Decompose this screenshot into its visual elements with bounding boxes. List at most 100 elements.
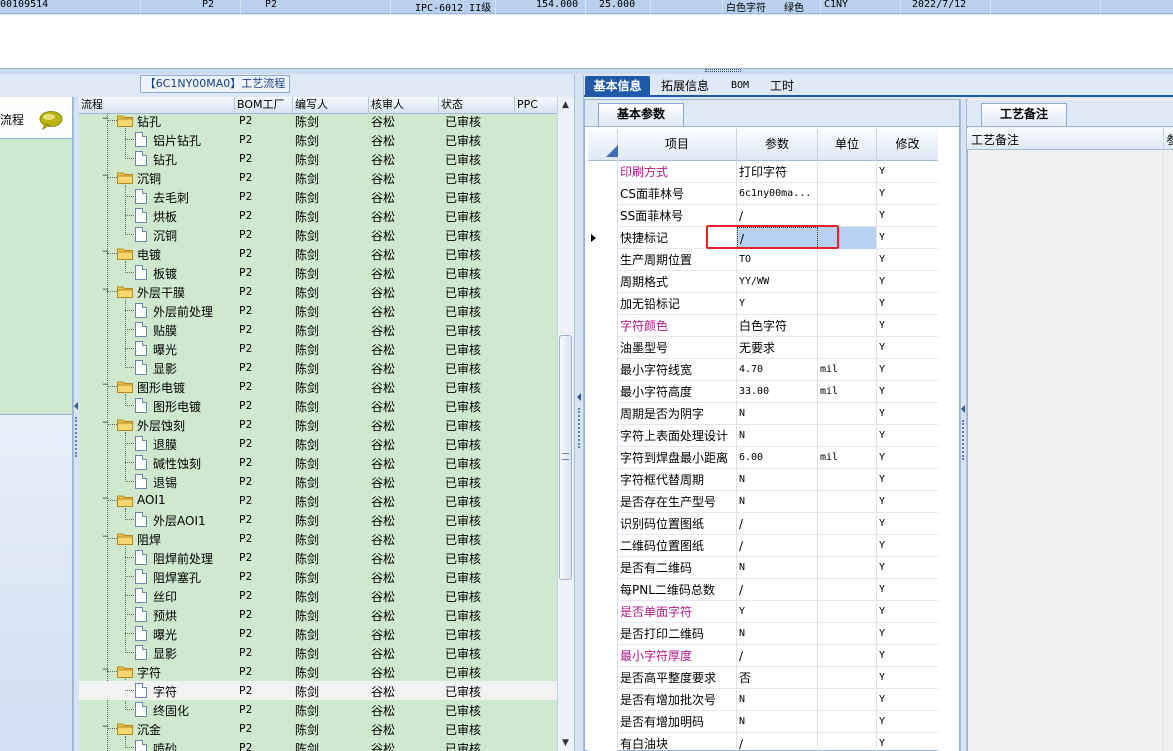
param-value-cell[interactable]: 无要求 xyxy=(737,337,818,359)
tree-step-row[interactable]: 显影 P2 陈剑 谷松 已审核 xyxy=(79,643,557,662)
param-unit-cell[interactable] xyxy=(818,293,877,315)
splitter-grip-icon[interactable] xyxy=(962,420,964,460)
row-indicator[interactable] xyxy=(588,667,618,689)
params-section-tab[interactable]: 基本参数 xyxy=(598,103,684,126)
param-value-cell[interactable]: 4.70 xyxy=(737,359,818,381)
column-author[interactable]: 编写人 xyxy=(293,97,369,114)
param-modify-cell[interactable]: Y xyxy=(877,491,938,513)
param-value-cell[interactable]: 33.00 xyxy=(737,381,818,403)
tree-group-row[interactable]: − 外层干膜 P2 陈剑 谷松 已审核 xyxy=(79,282,557,301)
param-modify-cell[interactable]: Y xyxy=(877,249,938,271)
tree-group-row[interactable]: − 字符 P2 陈剑 谷松 已审核 xyxy=(79,662,557,681)
tab-labor-hours[interactable]: 工时 xyxy=(762,76,802,97)
row-indicator[interactable] xyxy=(588,601,618,623)
param-row[interactable]: 识别码位置图纸 / Y xyxy=(588,513,938,535)
collapse-right-icon[interactable] xyxy=(961,405,965,413)
param-value-cell[interactable]: 6c1ny00ma... xyxy=(737,183,818,205)
param-row[interactable]: 是否打印二维码 N Y xyxy=(588,623,938,645)
param-row[interactable]: SS面菲林号 / Y xyxy=(588,205,938,227)
tree-step-row[interactable]: 丝印 P2 陈剑 谷松 已审核 xyxy=(79,586,557,605)
tree-step-row[interactable]: 铝片钻孔 P2 陈剑 谷松 已审核 xyxy=(79,130,557,149)
tree-group-row[interactable]: − 钻孔 P2 陈剑 谷松 已审核 xyxy=(79,114,557,130)
param-row[interactable]: 字符框代替周期 N Y xyxy=(588,469,938,491)
param-modify-cell[interactable]: Y xyxy=(877,183,938,205)
param-value-cell[interactable]: Y xyxy=(737,601,818,623)
param-modify-cell[interactable]: Y xyxy=(877,293,938,315)
param-value-cell[interactable]: / xyxy=(737,733,818,751)
param-unit-cell[interactable] xyxy=(818,535,877,557)
param-modify-cell[interactable]: Y xyxy=(877,711,938,733)
right-splitter[interactable] xyxy=(960,99,967,751)
param-row[interactable]: 是否有二维码 N Y xyxy=(588,557,938,579)
param-row[interactable]: 字符颜色 白色字符 Y xyxy=(588,315,938,337)
param-modify-cell[interactable]: Y xyxy=(877,689,938,711)
select-all-corner-icon[interactable] xyxy=(606,145,618,157)
param-row[interactable]: 生产周期位置 TO Y xyxy=(588,249,938,271)
scroll-down-icon[interactable]: ▼ xyxy=(558,736,573,750)
row-indicator[interactable] xyxy=(588,579,618,601)
collapse-toggle-icon[interactable]: − xyxy=(101,115,110,125)
param-modify-cell[interactable]: Y xyxy=(877,623,938,645)
param-unit-cell[interactable] xyxy=(818,425,877,447)
row-indicator[interactable] xyxy=(588,271,618,293)
collapse-toggle-icon[interactable]: − xyxy=(101,381,110,391)
collapse-toggle-icon[interactable]: − xyxy=(101,172,110,182)
row-indicator[interactable] xyxy=(588,161,618,183)
column-unit[interactable]: 单位 xyxy=(818,129,877,161)
param-row[interactable]: 最小字符线宽 4.70 mil Y xyxy=(588,359,938,381)
param-row[interactable]: CS面菲林号 6c1ny00ma... Y xyxy=(588,183,938,205)
param-modify-cell[interactable]: Y xyxy=(877,535,938,557)
param-modify-cell[interactable]: Y xyxy=(877,205,938,227)
collapse-toggle-icon[interactable]: − xyxy=(101,248,110,258)
row-indicator[interactable] xyxy=(588,535,618,557)
param-value-cell[interactable]: N xyxy=(737,469,818,491)
param-row[interactable]: 字符到焊盘最小距离 6.00 mil Y xyxy=(588,447,938,469)
tree-step-row[interactable]: 外层AOI1 P2 陈剑 谷松 已审核 xyxy=(79,510,557,529)
collapse-toggle-icon[interactable]: − xyxy=(101,419,110,429)
param-value-cell[interactable]: N xyxy=(737,491,818,513)
param-unit-cell[interactable]: mil xyxy=(818,381,877,403)
tree-group-row[interactable]: − 电镀 P2 陈剑 谷松 已审核 xyxy=(79,244,557,263)
row-indicator[interactable] xyxy=(588,557,618,579)
param-row[interactable]: 是否高平整度要求否 Y xyxy=(588,667,938,689)
row-indicator[interactable] xyxy=(588,469,618,491)
collapse-toggle-icon[interactable]: − xyxy=(101,495,110,505)
row-indicator[interactable] xyxy=(588,337,618,359)
tab-extended-info[interactable]: 拓展信息 xyxy=(654,76,716,97)
param-value-cell[interactable]: N xyxy=(737,557,818,579)
param-modify-cell[interactable]: Y xyxy=(877,645,938,667)
param-modify-cell[interactable]: Y xyxy=(877,359,938,381)
param-row[interactable]: 是否单面字符 Y Y xyxy=(588,601,938,623)
param-row[interactable]: 二维码位置图纸 / Y xyxy=(588,535,938,557)
row-indicator[interactable] xyxy=(588,689,618,711)
param-row[interactable]: 油墨型号 无要求 Y xyxy=(588,337,938,359)
column-modify[interactable]: 修改 xyxy=(877,129,938,161)
horizontal-splitter[interactable] xyxy=(0,68,1173,74)
param-value-cell[interactable]: YY/WW xyxy=(737,271,818,293)
tree-step-row[interactable]: 贴膜 P2 陈剑 谷松 已审核 xyxy=(79,320,557,339)
top-summary-row[interactable]: 00109514 P2 P2 IPC-6012 II级 154.000 25.000 白色字… xyxy=(0,0,1173,14)
param-modify-cell[interactable]: Y xyxy=(877,381,938,403)
row-indicator[interactable] xyxy=(588,249,618,271)
param-modify-cell[interactable]: Y xyxy=(877,447,938,469)
param-value-cell[interactable]: / xyxy=(737,645,818,667)
param-modify-cell[interactable]: Y xyxy=(877,271,938,293)
tree-step-row[interactable]: 字符 P2 陈剑 谷松 已审核 xyxy=(79,681,557,700)
tree-step-row[interactable]: 曝光 P2 陈剑 谷松 已审核 xyxy=(79,339,557,358)
param-unit-cell[interactable]: mil xyxy=(818,359,877,381)
row-indicator[interactable] xyxy=(588,359,618,381)
param-unit-cell[interactable] xyxy=(818,689,877,711)
param-row[interactable]: 是否有增加批次号 N Y xyxy=(588,689,938,711)
tree-step-row[interactable]: 沉铜 P2 陈剑 谷松 已审核 xyxy=(79,225,557,244)
collapse-left-icon[interactable] xyxy=(74,402,78,410)
tree-step-row[interactable]: 阻焊塞孔 P2 陈剑 谷松 已审核 xyxy=(79,567,557,586)
row-indicator[interactable] xyxy=(588,491,618,513)
param-value-cell[interactable]: N xyxy=(737,711,818,733)
param-modify-cell[interactable]: Y xyxy=(877,667,938,689)
collapse-toggle-icon[interactable]: − xyxy=(101,666,110,676)
param-row[interactable]: 周期是否为阴字 N Y xyxy=(588,403,938,425)
row-indicator[interactable] xyxy=(588,403,618,425)
param-row[interactable]: 印刷方式 打印字符 Y xyxy=(588,161,938,183)
collapse-toggle-icon[interactable]: − xyxy=(101,723,110,733)
param-value-cell[interactable]: 白色字符 xyxy=(737,315,818,337)
